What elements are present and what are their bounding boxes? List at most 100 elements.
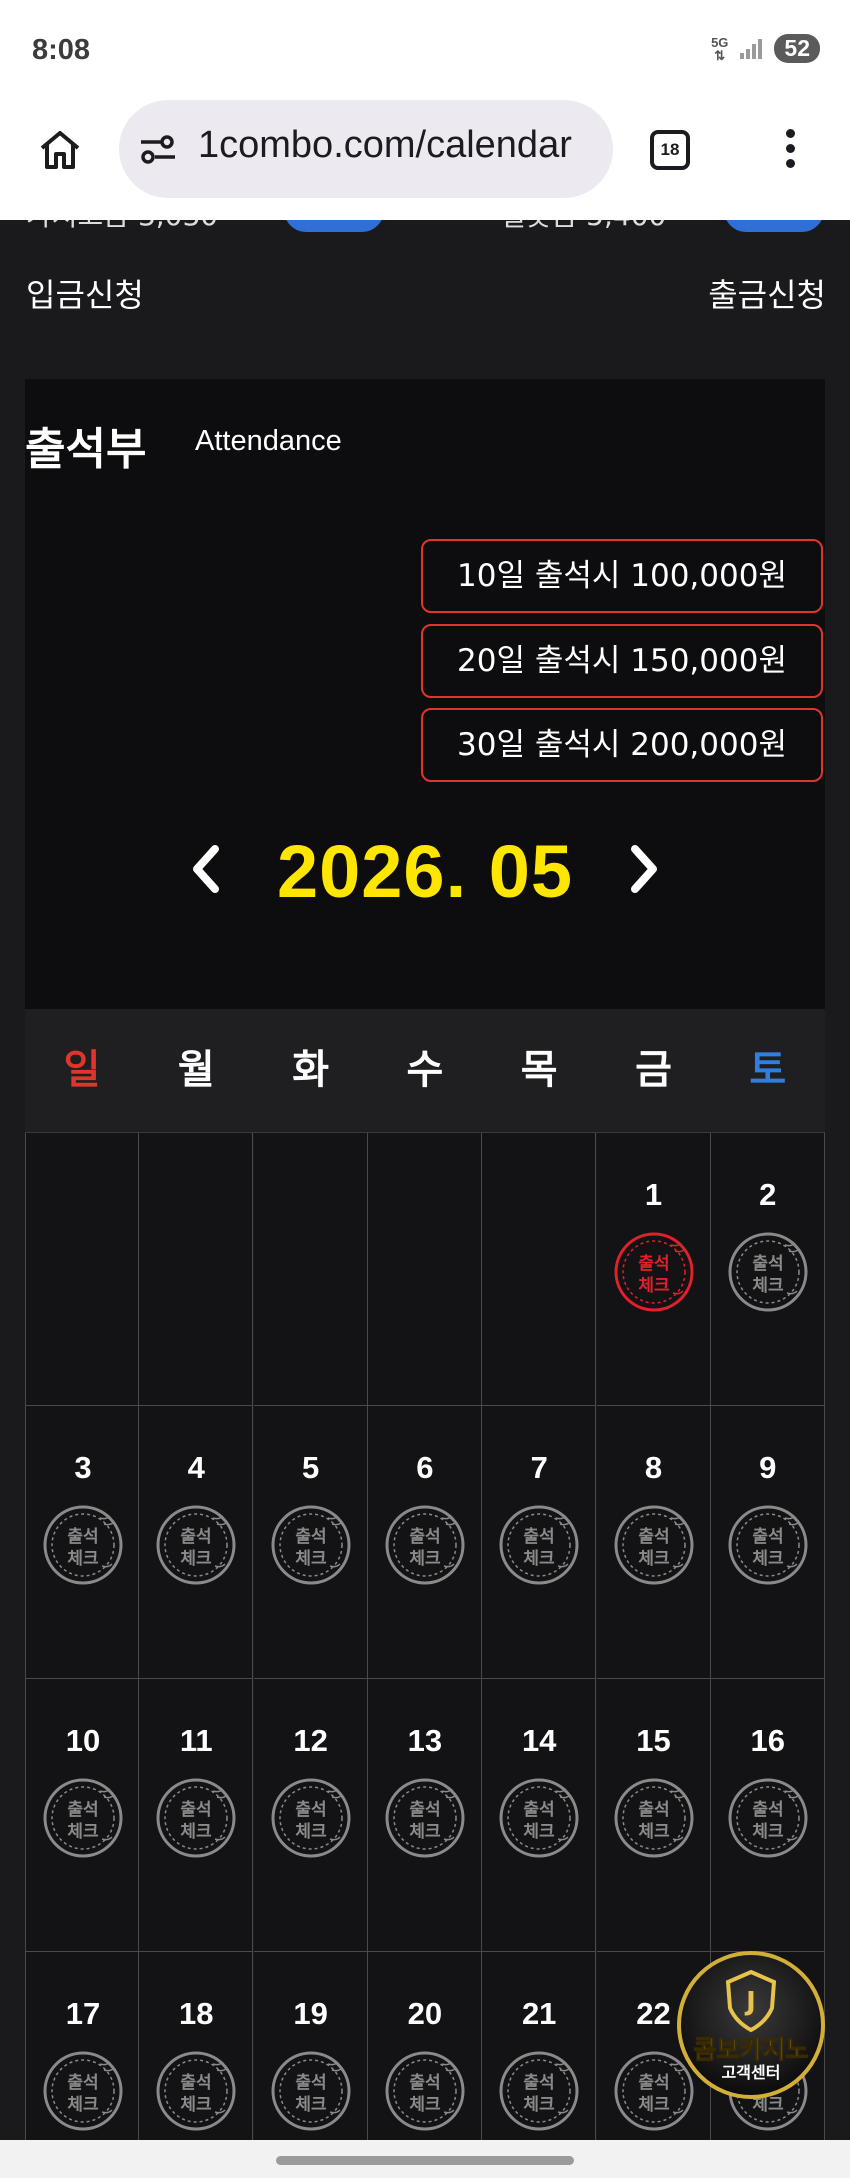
weekday-5: 금 xyxy=(635,1047,672,1093)
day-number: 6 xyxy=(416,1450,434,1485)
svg-text:출석: 출석 xyxy=(638,1527,669,1547)
attendance-stamp-icon: 출석체크 xyxy=(43,1778,123,1858)
svg-text:출석: 출석 xyxy=(752,1254,783,1274)
balance-left-button[interactable]: 신청 xyxy=(284,220,384,232)
network-5g-icon: 5G ⇅ xyxy=(711,34,729,63)
day-number: 14 xyxy=(521,1723,557,1758)
calendar-day[interactable]: 21 출석 체크 xyxy=(482,1952,597,2140)
home-icon[interactable] xyxy=(36,126,84,174)
svg-text:체크: 체크 xyxy=(295,1549,327,1569)
site-settings-icon[interactable] xyxy=(139,130,177,168)
svg-text:J: J xyxy=(744,1987,756,2017)
prev-month-icon[interactable] xyxy=(185,839,225,899)
attendance-stamp-checked-icon: 출석체크 xyxy=(614,1232,693,1312)
attendance-stamp-icon: 출석체크 xyxy=(43,2051,123,2131)
svg-text:체크: 체크 xyxy=(524,1549,556,1569)
day-number: 15 xyxy=(636,1723,671,1758)
calendar-day[interactable]: 1 출석 체크 xyxy=(596,1133,711,1406)
svg-text:체크: 체크 xyxy=(181,2095,213,2115)
calendar-day[interactable]: 4 출석 체크 xyxy=(139,1406,254,1679)
weekday-2: 화 xyxy=(292,1047,329,1093)
address-bar[interactable]: 1combo.com/calendar xyxy=(119,100,613,198)
calendar-day[interactable]: 15 출석 체크 xyxy=(596,1679,711,1952)
calendar-day[interactable]: 10 출석 체크 xyxy=(25,1679,139,1952)
day-number: 17 xyxy=(65,1996,101,2031)
svg-text:체크: 체크 xyxy=(295,1822,327,1842)
day-number: 16 xyxy=(750,1723,786,1758)
calendar-day[interactable]: 8 출석 체크 xyxy=(596,1406,711,1679)
attendance-title: 출석부 xyxy=(25,424,147,475)
svg-text:출석: 출석 xyxy=(409,2073,440,2093)
svg-text:체크: 체크 xyxy=(752,1549,784,1569)
svg-text:체크: 체크 xyxy=(638,1276,670,1296)
svg-text:체크: 체크 xyxy=(295,2095,327,2115)
attendance-subtitle: Attendance xyxy=(195,425,342,457)
calendar-day[interactable]: 14 출석 체크 xyxy=(482,1679,597,1952)
attendance-stamp-icon: 출석체크 xyxy=(614,1505,693,1585)
day-number: 8 xyxy=(644,1450,663,1485)
day-number: 20 xyxy=(407,1996,443,2031)
url-text[interactable]: 1combo.com/calendar xyxy=(198,124,598,167)
svg-text:체크: 체크 xyxy=(752,1822,784,1842)
svg-text:출석: 출석 xyxy=(295,1800,326,1820)
gesture-bar xyxy=(0,2140,850,2178)
calendar-day[interactable]: 6 출석 체크 xyxy=(367,1406,482,1679)
browser-menu-icon[interactable] xyxy=(778,126,802,174)
calendar-empty-cell xyxy=(253,1133,368,1406)
next-month-icon[interactable] xyxy=(625,839,665,899)
svg-text:출석: 출석 xyxy=(524,2073,555,2093)
calendar-day[interactable]: 9 출석 체크 xyxy=(710,1406,825,1679)
tab-switcher-button[interactable]: 18 xyxy=(650,130,690,170)
calendar-day[interactable]: 7 출석 체크 xyxy=(482,1406,597,1679)
day-number: 13 xyxy=(407,1723,443,1758)
svg-text:체크: 체크 xyxy=(524,1822,556,1842)
weekday-6: 토 xyxy=(749,1047,787,1093)
attendance-panel: 출석부 Attendance 10일 출석시 100,000원 20일 출석시 … xyxy=(25,379,825,1009)
svg-text:체크: 체크 xyxy=(67,2095,99,2115)
withdraw-link[interactable]: 출금신청 xyxy=(708,270,826,316)
svg-text:출석: 출석 xyxy=(181,1800,212,1820)
calendar-day[interactable]: 11 출석 체크 xyxy=(139,1679,254,1952)
badge-line2: 고객센터 xyxy=(722,2063,781,2082)
attendance-stamp-icon: 출석체크 xyxy=(271,1778,351,1858)
calendar-day[interactable]: 18 출석 체크 xyxy=(139,1952,254,2140)
calendar-day[interactable]: 20 출석 체크 xyxy=(367,1952,482,2140)
calendar-empty-cell xyxy=(367,1133,482,1406)
status-icons: 5G ⇅ 52 xyxy=(711,34,820,63)
signal-icon xyxy=(740,38,763,59)
calendar-day[interactable]: 17 출석 체크 xyxy=(25,1952,139,2140)
browser-toolbar: 1combo.com/calendar 18 xyxy=(0,100,850,220)
calendar-day[interactable]: 5 출석 체크 xyxy=(253,1406,368,1679)
day-number: 18 xyxy=(179,1996,214,2031)
svg-text:체크: 체크 xyxy=(638,1549,670,1569)
status-time: 8:08 xyxy=(32,34,91,66)
calendar-day[interactable]: 19 출석 체크 xyxy=(253,1952,368,2140)
calendar-day[interactable]: 12 출석 체크 xyxy=(253,1679,368,1952)
day-number: 12 xyxy=(293,1723,328,1758)
svg-text:출석: 출석 xyxy=(638,2073,669,2093)
svg-text:출석: 출석 xyxy=(295,2073,326,2093)
svg-text:출석: 출석 xyxy=(524,1800,555,1820)
attendance-stamp-icon: 출석체크 xyxy=(156,1778,236,1858)
day-number: 1 xyxy=(644,1177,663,1212)
day-number: 21 xyxy=(521,1996,557,2031)
deposit-link[interactable]: 입금신청 xyxy=(26,270,144,316)
svg-text:출석: 출석 xyxy=(752,1527,783,1547)
customer-center-badge[interactable]: J 콤보카지노 고객센터 xyxy=(676,1950,826,2100)
home-handle[interactable] xyxy=(276,2156,574,2165)
attendance-stamp-icon: 출석체크 xyxy=(43,1505,123,1585)
balance-right-button[interactable]: 신청 xyxy=(724,220,824,232)
calendar-day[interactable]: 16 출석 체크 xyxy=(710,1679,825,1952)
svg-text:출석: 출석 xyxy=(181,1527,212,1547)
calendar-day[interactable]: 2 출석 체크 xyxy=(710,1133,825,1406)
attendance-stamp-icon: 출석체크 xyxy=(728,1505,808,1585)
svg-text:출석: 출석 xyxy=(409,1800,440,1820)
attendance-stamp-icon: 출석체크 xyxy=(385,1778,465,1858)
svg-text:체크: 체크 xyxy=(524,2095,556,2115)
calendar-day[interactable]: 13 출석 체크 xyxy=(367,1679,482,1952)
svg-text:출석: 출석 xyxy=(638,1800,669,1820)
badge-line1: 콤보카지노 xyxy=(693,2035,808,2064)
attendance-stamp-icon: 출석체크 xyxy=(499,1778,579,1858)
svg-text:체크: 체크 xyxy=(67,1549,99,1569)
calendar-day[interactable]: 3 출석 체크 xyxy=(25,1406,139,1679)
